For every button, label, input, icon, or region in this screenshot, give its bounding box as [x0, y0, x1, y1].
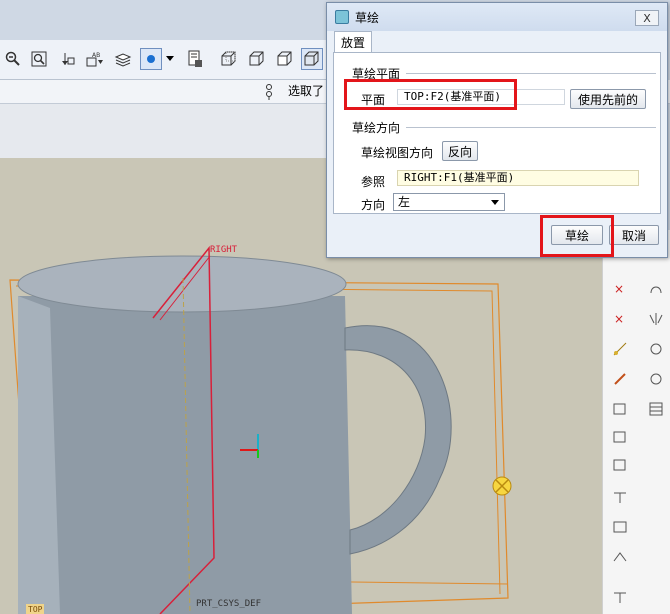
dialog-titlebar[interactable]: 草绘 — [327, 3, 667, 31]
svg-text:×: × — [614, 312, 624, 326]
chain-icon[interactable] — [609, 368, 631, 390]
view-direction-label: 草绘视图方向 — [361, 146, 434, 160]
flip-button[interactable]: 反向 — [442, 141, 478, 161]
reference-label: 参照 — [361, 175, 386, 189]
dimension-icon[interactable] — [609, 338, 631, 360]
datum-top-label: TOP — [28, 605, 43, 614]
layers-icon[interactable] — [112, 48, 134, 70]
trim-icon[interactable]: × — [609, 308, 631, 330]
reorient-icon[interactable] — [56, 48, 78, 70]
circle-icon[interactable] — [645, 338, 667, 360]
text-icon[interactable] — [609, 586, 631, 608]
relation-icon[interactable] — [609, 398, 631, 420]
svg-text:×: × — [614, 282, 624, 296]
use-previous-button[interactable]: 使用先前的 — [570, 89, 646, 109]
main-toolbar: AB — [0, 40, 330, 80]
filter-icon[interactable] — [262, 83, 276, 104]
save-view-icon[interactable] — [184, 48, 206, 70]
offset-icon[interactable] — [609, 454, 631, 476]
point-icon[interactable]: × — [609, 278, 631, 300]
zoom-out-icon[interactable] — [2, 48, 24, 70]
zoom-fit-icon[interactable] — [28, 48, 50, 70]
csys-label: PRT_CSYS_DEF — [196, 599, 261, 609]
dialog-title: 草绘 — [355, 10, 380, 25]
arc-icon[interactable] — [645, 278, 667, 300]
sketch-button-highlight — [540, 215, 614, 257]
spline-icon[interactable] — [609, 546, 631, 568]
direction-value: 左 — [398, 195, 411, 209]
group-divider — [406, 73, 656, 74]
display-label-icon[interactable]: AB — [84, 48, 106, 70]
hidden-line-icon[interactable] — [246, 48, 268, 70]
round-icon[interactable] — [609, 486, 631, 508]
rectangle-icon[interactable] — [609, 516, 631, 538]
chevron-down-icon — [491, 200, 499, 205]
orientation-group-title: 草绘方向 — [352, 121, 401, 135]
group-divider-2 — [406, 127, 656, 128]
cancel-button[interactable]: 取消 — [609, 225, 659, 245]
no-hidden-icon[interactable] — [274, 48, 296, 70]
placement-panel: 草绘平面 平面 TOP:F2(基准平面) 使用先前的 草绘方向 草绘视图方向 反… — [333, 52, 661, 214]
direction-select[interactable]: 左 — [393, 193, 505, 211]
ellipse-icon[interactable] — [645, 368, 667, 390]
plane-highlight — [344, 79, 517, 110]
close-button[interactable]: X — [635, 10, 659, 26]
reference-field[interactable]: RIGHT:F1(基准平面) — [397, 170, 639, 186]
sketch-icon — [335, 10, 349, 24]
datum-right-label: RIGHT — [210, 245, 238, 255]
mug-handle — [344, 325, 452, 555]
selection-status: 选取了 — [288, 84, 325, 98]
table-icon[interactable] — [645, 398, 667, 420]
direction-label: 方向 — [361, 198, 386, 212]
shading-icon[interactable] — [301, 48, 323, 70]
wireframe-icon[interactable] — [218, 48, 240, 70]
datum-point-icon[interactable] — [140, 48, 162, 70]
sketch-toolbar: × × — [602, 230, 670, 614]
mirror-icon[interactable] — [645, 308, 667, 330]
chamfer-icon[interactable] — [609, 426, 631, 448]
mug-body — [18, 296, 352, 614]
sketch-dialog: 草绘 X 放置 草绘平面 平面 TOP:F2(基准平面) 使用先前的 草绘方向 … — [326, 2, 668, 258]
mug-top — [17, 255, 347, 313]
dropdown-icon[interactable] — [164, 48, 176, 70]
tab-placement[interactable]: 放置 — [334, 31, 372, 53]
